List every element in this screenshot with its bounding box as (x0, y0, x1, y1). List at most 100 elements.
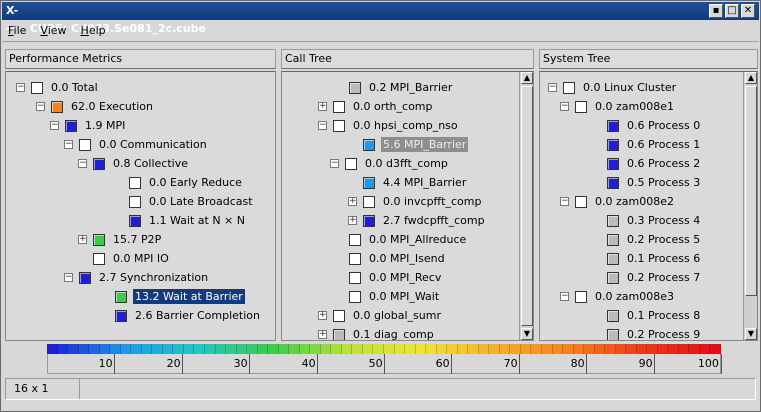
value-color-swatch (333, 100, 345, 113)
metrics-tree-row[interactable]: − 0.0 Total (16, 78, 100, 97)
systemtree-tree-row[interactable]: 0.2 Process 7 (592, 268, 702, 287)
tree-row-label: 0.0 MPI_Allreduce (369, 233, 467, 246)
maximize-icon[interactable]: □ (725, 4, 739, 18)
scroll-thumb[interactable] (521, 86, 533, 326)
color-scale-segment (68, 344, 79, 354)
scroll-up-icon[interactable]: ▲ (745, 72, 757, 84)
collapse-icon[interactable]: − (50, 121, 59, 130)
collapse-icon[interactable]: − (64, 140, 73, 149)
collapse-icon[interactable]: − (560, 292, 569, 301)
calltree-tree-row[interactable]: +0.0 orth_comp (318, 97, 435, 116)
systemtree-tree-row[interactable]: − 0.0 zam008e2 (560, 192, 676, 211)
systemtree-tree-row[interactable]: 0.1 Process 6 (592, 249, 702, 268)
color-scale-segment (173, 344, 184, 354)
systemtree-tree-row[interactable]: 0.2 Process 5 (592, 230, 702, 249)
color-scale-segment (57, 344, 69, 354)
metrics-tree-row[interactable]: − 2.7 Synchronization (64, 268, 210, 287)
scroll-thumb[interactable] (745, 86, 757, 296)
systemtree-tree-row[interactable]: 0.2 Process 9 (592, 325, 702, 340)
expand-icon[interactable]: + (78, 235, 87, 244)
tree-row-label: 2.7 fwdcpfft_comp (383, 214, 485, 227)
metrics-tree-row[interactable]: 0.0 Early Reduce (114, 173, 244, 192)
metrics-tree-row[interactable]: − 0.0 Communication (64, 135, 209, 154)
calltree-tree-row[interactable]: − 0.0 d3fft_comp (330, 154, 450, 173)
scroll-down-icon[interactable]: ▼ (521, 328, 533, 340)
collapse-icon[interactable]: − (16, 83, 25, 92)
expand-icon[interactable]: + (318, 311, 327, 320)
scroll-up-icon[interactable]: ▲ (521, 72, 533, 84)
systemtree-tree-row[interactable]: 0.6 Process 1 (592, 135, 702, 154)
systemtree-tree-row[interactable]: 0.6 Process 2 (592, 154, 702, 173)
systemtree-tree-row[interactable]: − 0.0 zam008e3 (560, 287, 676, 306)
expand-icon[interactable]: + (318, 330, 327, 339)
calltree-tree-row[interactable]: +0.1 diag_comp (318, 325, 436, 340)
collapse-icon[interactable]: − (64, 273, 73, 282)
collapse-icon[interactable]: − (560, 197, 569, 206)
menu-file[interactable]: File (8, 24, 26, 37)
calltree-tree-row[interactable]: 5.6 MPI_Barrier (348, 135, 469, 154)
calltree-tree-row[interactable]: 0.0 MPI_Isend (334, 249, 447, 268)
calltree-tree-row[interactable]: +0.0 global_sumr (318, 306, 443, 325)
collapse-icon[interactable]: − (560, 102, 569, 111)
system-tree[interactable]: ▲ ▼ − 0.0 Linux Cluster − 0.0 zam008e1 0.6 P… (539, 71, 758, 341)
systemtree-tree-row[interactable]: 0.3 Process 4 (592, 211, 702, 230)
calltree-tree-row[interactable]: 0.0 MPI_Allreduce (334, 230, 468, 249)
calltree-tree-row[interactable]: +0.0 invcpfft_comp (348, 192, 483, 211)
collapse-icon[interactable]: − (330, 159, 339, 168)
metrics-tree-row[interactable]: 1.1 Wait at N × N (114, 211, 247, 230)
system-tree-scrollbar[interactable]: ▲ ▼ (743, 72, 757, 340)
collapse-icon[interactable]: − (36, 102, 45, 111)
color-scale-segment (257, 344, 269, 354)
color-scale-segment (478, 344, 490, 354)
metrics-tree[interactable]: −0.0 Total −62.0 Execution −1.9 MPI −0.0 Co… (5, 71, 276, 341)
close-icon[interactable]: ✕ (741, 4, 755, 18)
call-tree-scrollbar[interactable]: ▲ ▼ (519, 72, 533, 340)
collapse-icon[interactable]: − (318, 121, 327, 130)
tree-row-label: 0.2 MPI_Barrier (369, 81, 453, 94)
metrics-tree-row[interactable]: − 62.0 Execution (36, 97, 155, 116)
minimize-icon[interactable]: ▪ (709, 4, 723, 18)
expand-icon[interactable]: + (348, 197, 357, 206)
color-scale-segment (436, 344, 448, 354)
call-tree-header[interactable]: Call Tree (281, 49, 534, 69)
title-bar[interactable]: X-→ CUBE: Cd083.Se081_2c.cube ▪ □ ✕ (2, 2, 759, 35)
calltree-tree-row[interactable]: 4.4 MPI_Barrier (348, 173, 468, 192)
metrics-tree-row[interactable]: 13.2 Wait at Barrier (100, 287, 245, 306)
metrics-tree-row[interactable]: 0.0 Late Broadcast (114, 192, 255, 211)
systemtree-tree-row[interactable]: 0.5 Process 3 (592, 173, 702, 192)
metrics-tree-row[interactable]: 2.6 Barrier Completion (100, 306, 262, 325)
tree-row-label: 0.0 orth_comp (353, 100, 433, 113)
systemtree-tree-row[interactable]: − 0.0 zam008e1 (560, 97, 676, 116)
color-scale-segment (384, 344, 395, 354)
metrics-tree-row[interactable]: +15.7 P2P (78, 230, 163, 249)
tree-row-label: 0.0 Total (51, 81, 98, 94)
scroll-down-icon[interactable]: ▼ (745, 328, 757, 340)
calltree-tree-row[interactable]: 0.0 MPI_Wait (334, 287, 441, 306)
color-scale-segment (531, 344, 542, 354)
metrics-tree-row[interactable]: − 0.8 Collective (78, 154, 190, 173)
system-tree-pane: System Tree ▲ ▼ − 0.0 Linux Cluster − 0.0 z… (539, 49, 758, 341)
collapse-icon[interactable]: − (78, 159, 87, 168)
system-tree-header[interactable]: System Tree (539, 49, 758, 69)
calltree-tree-row[interactable]: − 0.0 hpsi_comp_nso (318, 116, 460, 135)
menu-view[interactable]: View (40, 24, 66, 37)
systemtree-tree-row[interactable]: − 0.0 Linux Cluster (548, 78, 678, 97)
tree-row-label: 0.2 Process 5 (627, 233, 701, 246)
scale-tick (586, 354, 587, 374)
systemtree-tree-row[interactable]: 0.1 Process 8 (592, 306, 702, 325)
color-scale-segment (47, 344, 58, 354)
systemtree-tree-row[interactable]: 0.6 Process 0 (592, 116, 702, 135)
calltree-tree-row[interactable]: 0.0 MPI_Recv (334, 268, 443, 287)
expand-icon[interactable]: + (348, 216, 357, 225)
performance-metrics-header[interactable]: Performance Metrics (5, 49, 276, 69)
metrics-tree-row[interactable]: − 1.9 MPI (50, 116, 127, 135)
metrics-tree-row[interactable]: 0.0 MPI IO (78, 249, 171, 268)
collapse-icon[interactable]: − (548, 83, 557, 92)
menu-help[interactable]: Help (81, 24, 106, 37)
calltree-tree-row[interactable]: 0.2 MPI_Barrier (334, 78, 454, 97)
value-color-swatch (115, 290, 127, 303)
call-tree[interactable]: ▲ ▼ 0.2 MPI_Barrier +0.0 orth_comp − 0.0 hp… (281, 71, 534, 341)
calltree-tree-row[interactable]: +2.7 fwdcpfft_comp (348, 211, 487, 230)
value-color-swatch (51, 100, 63, 113)
expand-icon[interactable]: + (318, 102, 327, 111)
